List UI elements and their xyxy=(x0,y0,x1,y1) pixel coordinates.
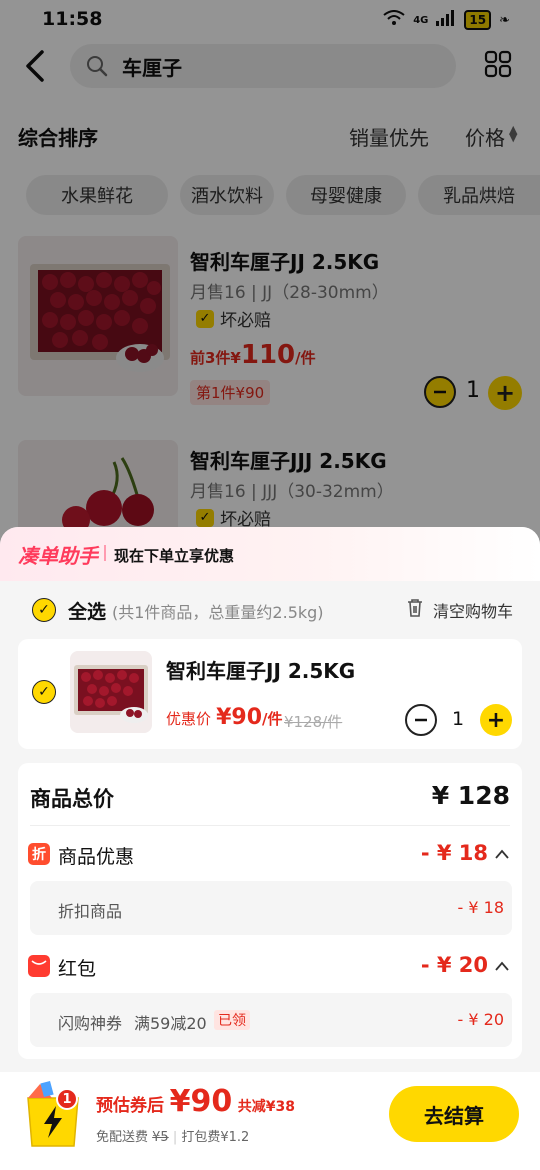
cart-count-badge: 1 xyxy=(56,1088,78,1110)
discount-icon: 折 xyxy=(28,843,50,865)
checkout-bar: 1 预估券后 ¥90 共减¥38 免配送费 ¥5 | 打包费¥1.2 去结算 xyxy=(0,1072,540,1170)
coupon-name: 闪购神券 xyxy=(58,1014,123,1033)
discount-detail-label: 折扣商品 xyxy=(58,902,123,921)
assistant-tip: 现在下单立享优惠 xyxy=(114,547,235,565)
cart-decrease-button[interactable] xyxy=(405,704,437,736)
discount-detail: 折扣商品 - ¥ 18 xyxy=(30,881,512,935)
original-price: ¥128/件 xyxy=(284,713,343,731)
chevron-up-icon[interactable] xyxy=(494,957,510,976)
clear-cart-button[interactable]: 清空购物车 xyxy=(433,598,513,622)
coupon-condition: 满59减20 xyxy=(134,1014,207,1033)
coupon-status-badge: 已领 xyxy=(214,1010,250,1030)
cart-item-title[interactable]: 智利车厘子JJ 2.5KG xyxy=(166,655,355,684)
red-packet-detail: 闪购神券 满59减20 已领 - ¥ 20 xyxy=(30,993,512,1047)
discount-detail-value: - ¥ 18 xyxy=(457,898,504,917)
red-packet-icon xyxy=(28,955,50,977)
total-value: ¥ 128 xyxy=(431,781,510,810)
select-all-row: ✓ 全选 (共1件商品，总重量约2.5kg) 清空购物车 xyxy=(0,581,540,637)
chevron-up-icon[interactable] xyxy=(494,845,510,864)
assistant-brand: 凑单助手 xyxy=(18,544,98,568)
red-packet-value: - ¥ 20 xyxy=(420,953,488,977)
select-all-checkbox[interactable]: ✓ xyxy=(32,598,56,622)
cart-item-price: 优惠价 ¥90/件 xyxy=(166,705,283,730)
estimate-price: 预估券后 ¥90 共减¥38 xyxy=(96,1084,296,1119)
trash-icon[interactable] xyxy=(406,598,424,622)
minus-icon xyxy=(415,718,427,722)
discount-label[interactable]: 商品优惠 xyxy=(58,842,134,869)
cart-item: ✓ 智利车厘子JJ 2.5KG 优惠价 ¥90/件 ¥128/件 1 + xyxy=(18,639,522,749)
checkout-button[interactable]: 去结算 xyxy=(389,1086,519,1142)
price-breakdown: 商品总价 ¥ 128 折 商品优惠 - ¥ 18 折扣商品 - ¥ 18 红包 … xyxy=(18,763,522,1059)
total-label: 商品总价 xyxy=(30,787,114,811)
cart-increase-button[interactable]: + xyxy=(480,704,512,736)
select-all-label[interactable]: 全选 xyxy=(68,597,106,624)
coupon-value: - ¥ 20 xyxy=(457,1010,504,1029)
assistant-banner: 凑单助手 现在下单立享优惠 xyxy=(0,527,540,581)
select-summary: (共1件商品，总重量约2.5kg) xyxy=(112,603,324,622)
plus-icon: + xyxy=(486,707,506,733)
cart-quantity: 1 xyxy=(452,708,465,730)
item-checkbox[interactable]: ✓ xyxy=(32,680,56,704)
cart-bag-icon[interactable]: 1 xyxy=(22,1080,84,1150)
discount-value: - ¥ 18 xyxy=(420,841,488,865)
cart-item-image[interactable] xyxy=(70,651,152,733)
red-packet-label[interactable]: 红包 xyxy=(58,954,96,981)
shipping-info: 免配送费 ¥5 | 打包费¥1.2 xyxy=(96,1130,250,1145)
